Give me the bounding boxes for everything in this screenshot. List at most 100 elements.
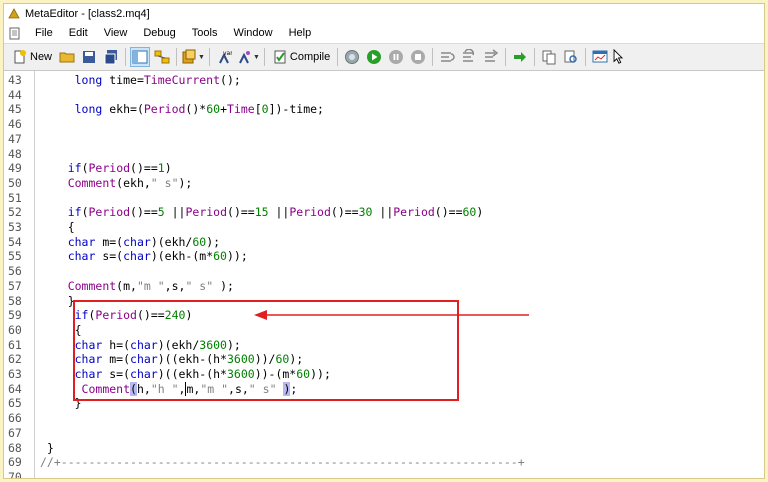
menu-tools[interactable]: Tools — [184, 23, 226, 43]
code-token: Time — [227, 102, 255, 117]
copy-button[interactable] — [539, 47, 559, 67]
code-text[interactable]: char m=(char)(ekh/60); — [40, 235, 220, 250]
menu-debug[interactable]: Debug — [135, 23, 183, 43]
new-button-label: New — [30, 51, 53, 63]
line-number: 62 — [8, 352, 22, 367]
step-over-icon — [463, 49, 475, 62]
start-button[interactable] — [364, 47, 384, 67]
pause-icon — [389, 50, 404, 64]
code-line[interactable]: 45 long ekh=(Period()*60+Time[0])-time; — [4, 102, 764, 117]
code-line[interactable]: 49 if(Period()==1) — [4, 161, 764, 176]
line-number: 52 — [8, 205, 22, 220]
code-token: ( — [81, 161, 89, 176]
code-line[interactable]: 67 — [4, 426, 764, 441]
code-editor[interactable]: 43 long time=TimeCurrent(); 44 45 long ekh… — [4, 71, 764, 478]
code-line[interactable]: 43 long time=TimeCurrent(); — [4, 73, 764, 88]
code-line[interactable]: 51 — [4, 191, 764, 206]
menu-window[interactable]: Window — [225, 23, 280, 43]
code-line[interactable]: 55 char s=(char)(ekh-(m*60)); — [4, 249, 764, 264]
code-text[interactable]: if(Period()==5 ||Period()==15 ||Period()… — [40, 205, 484, 220]
toolbox-icon — [154, 50, 170, 64]
line-number: 54 — [8, 234, 22, 249]
code-line[interactable]: 46 — [4, 117, 764, 132]
code-text[interactable]: long ekh=(Period()*60+Time[0])-time; — [40, 102, 324, 117]
code-line[interactable]: 44 — [4, 88, 764, 103]
navigator-toggle-button[interactable] — [130, 47, 151, 67]
code-line[interactable]: 70 — [4, 470, 764, 478]
new-button[interactable]: New — [9, 47, 55, 67]
code-token: "m " — [136, 278, 165, 293]
stop-button[interactable] — [408, 47, 428, 67]
line-number: 51 — [8, 190, 22, 205]
terminal-button[interactable] — [590, 47, 610, 67]
code-token: ()== — [330, 205, 359, 220]
insert-variable-button[interactable]: var — [214, 47, 234, 67]
save-all-button[interactable] — [101, 47, 121, 67]
code-text[interactable]: } — [40, 294, 75, 309]
open-button[interactable] — [57, 47, 77, 67]
step-over-button[interactable] — [459, 47, 479, 67]
debug-button[interactable] — [342, 47, 362, 67]
code-text[interactable]: Comment(ekh," s"); — [40, 175, 193, 191]
code-line[interactable]: 68 } — [4, 441, 764, 456]
code-line[interactable]: 54 char m=(char)(ekh/60); — [4, 235, 764, 250]
code-text[interactable]: } — [40, 441, 54, 456]
code-line[interactable]: 52 if(Period()==5 ||Period()==15 ||Perio… — [4, 205, 764, 220]
step-into-button[interactable] — [437, 47, 457, 67]
save-icon — [83, 51, 96, 63]
code-text[interactable]: char s=(char)(ekh-(m*60)); — [40, 249, 248, 264]
go-to-button[interactable] — [510, 47, 530, 67]
code-token: ()== — [130, 205, 158, 220]
code-text[interactable]: long time=TimeCurrent(); — [40, 73, 241, 88]
step-out-button[interactable] — [481, 47, 501, 67]
code-line[interactable]: 56 — [4, 264, 764, 279]
code-line[interactable]: 47 — [4, 132, 764, 147]
navigator-icon — [132, 50, 148, 64]
line-number: 63 — [8, 367, 22, 381]
code-token: Period — [88, 161, 131, 176]
document-icon[interactable] — [8, 27, 21, 40]
code-text[interactable]: if(Period()==1) — [40, 161, 172, 176]
code-token: long — [74, 73, 103, 87]
code-token: ) — [164, 161, 172, 176]
code-line[interactable]: 66 — [4, 411, 764, 426]
code-text[interactable]: Comment(m,"m ",s," s" ); — [40, 279, 234, 294]
metaeditor-logo-icon — [8, 7, 20, 18]
line-number: 68 — [8, 440, 22, 455]
code-token: m=( — [95, 234, 124, 249]
menu-file[interactable]: File — [27, 23, 61, 43]
pause-button[interactable] — [386, 47, 406, 67]
insert-variable-icon: var — [219, 50, 232, 64]
code-token: ekh=( — [102, 102, 144, 117]
code-line[interactable]: 48 — [4, 147, 764, 162]
save-all-icon — [104, 50, 118, 65]
menu-edit[interactable]: Edit — [61, 23, 96, 43]
code-token: 5 — [157, 205, 165, 220]
code-token: char — [123, 249, 151, 264]
code-token: || — [268, 205, 290, 220]
code-token: ])-time; — [268, 102, 324, 117]
code-line[interactable]: 50 Comment(ekh," s"); — [4, 176, 764, 191]
new-file-icon — [14, 50, 26, 64]
menu-help[interactable]: Help — [281, 23, 320, 43]
search-button[interactable] — [561, 47, 581, 67]
toolbar-separator — [534, 48, 536, 66]
line-number: 50 — [8, 175, 22, 190]
code-line[interactable]: 57 Comment(m,"m ",s," s" ); — [4, 279, 764, 294]
code-line[interactable]: 69 //+-----------------------------------… — [4, 455, 764, 470]
compile-button[interactable]: Compile — [269, 47, 333, 67]
toolbar-separator — [263, 48, 265, 66]
save-button[interactable] — [79, 47, 99, 67]
terminal-icon — [592, 50, 608, 63]
code-line[interactable]: 53 { — [4, 220, 764, 235]
menu-view[interactable]: View — [96, 23, 136, 43]
toolbox-toggle-button[interactable] — [152, 47, 172, 67]
code-token: Comment — [67, 175, 117, 190]
toolbar-separator — [505, 48, 507, 66]
code-text[interactable]: { — [40, 220, 75, 235]
line-number: 58 — [8, 293, 22, 308]
code-text[interactable]: //+-------------------------------------… — [40, 455, 525, 470]
styler-button[interactable]: ▼ — [181, 47, 205, 67]
insert-function-button[interactable]: ▼ — [236, 47, 260, 67]
